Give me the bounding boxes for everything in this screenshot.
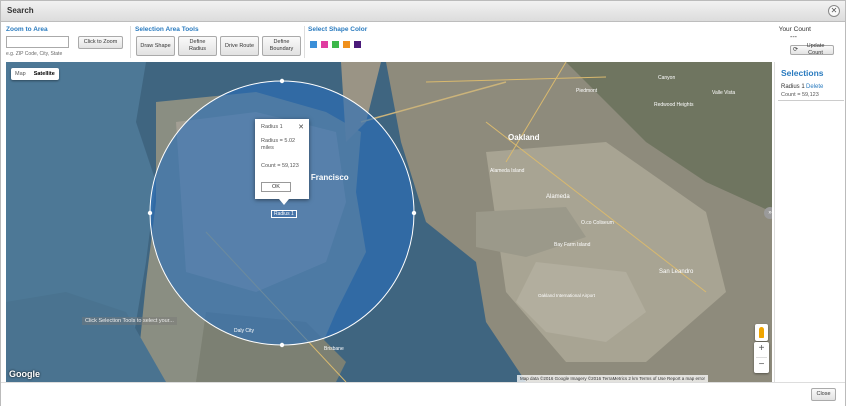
selections-title: Selections [781,68,824,78]
popup-ok-button[interactable]: OK [261,182,291,192]
map-label-canyon: Canyon [658,75,675,81]
satellite-imagery: Oakland Alameda Island Alameda Canyon Re… [6,62,772,382]
map-label-airport: Oakland International Airport [538,293,596,298]
refresh-icon: ⟳ [793,46,799,53]
zoom-control: + − [754,342,769,373]
color-swatch-orange[interactable] [342,40,351,49]
map-canvas[interactable]: Oakland Alameda Island Alameda Canyon Re… [6,62,772,382]
define-radius-button[interactable]: Define Radius [178,36,217,56]
map-attribution: Map data ©2016 Google Imagery ©2016 Terr… [517,375,709,382]
zoom-area-input[interactable] [6,36,69,48]
popup-count-text: Count = 59,123 [261,163,299,169]
update-count-button[interactable]: ⟳ Update Count [790,43,834,56]
map-label-redwood-heights: Redwood Heights [654,102,694,108]
zoom-to-area-label: Zoom to Area [6,26,48,33]
chevron-right-icon[interactable]: » [764,207,772,219]
close-button[interactable]: Close [811,388,836,401]
zoom-in-icon[interactable]: + [754,342,769,357]
map-label-coliseum: O.co Coliseum [581,220,614,226]
drive-route-button[interactable]: Drive Route [220,36,259,56]
map-type-map[interactable]: Map [11,68,30,80]
selections-panel: Selections Radius 1 Delete Count = 59,12… [774,62,845,382]
selection-item-name: Radius 1 [781,84,805,90]
radius-tag[interactable]: Radius 1 [271,210,297,218]
title-bar: Search ✕ [1,1,845,22]
selection-divider [778,100,844,101]
zoom-out-icon[interactable]: − [754,358,769,373]
map-label-valle-vista: Valle Vista [712,90,735,96]
popup-radius-text: Radius = 5.02 miles [261,138,296,151]
map-label-alameda: Alameda [546,194,570,200]
your-count-value: --- [790,34,797,41]
search-dialog: Search ✕ Zoom to Area e.g. ZIP Code, Cit… [0,0,846,406]
color-swatch-blue[interactable] [309,40,318,49]
map-label-san-leandro: San Leandro [659,269,694,275]
popup-title: Radius 1 [261,124,283,130]
close-icon[interactable]: ✕ [828,5,840,17]
selection-item-count: Count = 59,123 [781,92,819,98]
click-to-zoom-button[interactable]: Click to Zoom [78,36,123,49]
selection-delete-link[interactable]: Delete [806,84,823,90]
color-swatch-pink[interactable] [320,40,329,49]
selection-tools-label: Selection Area Tools [135,26,199,33]
toolbar-divider [304,26,305,58]
shape-color-label: Select Shape Color [308,26,368,33]
map-label-piedmont: Piedmont [576,88,598,94]
map-label-alameda-island: Alameda Island [490,168,525,174]
your-count-label: Your Count [778,26,811,33]
zoom-hint: e.g. ZIP Code, City, State [6,51,63,57]
google-logo: Google [9,369,40,379]
draw-shape-button[interactable]: Draw Shape [136,36,175,56]
define-boundary-button[interactable]: Define Boundary [262,36,301,56]
color-swatch-green[interactable] [331,40,340,49]
map-hint-overlay: Click Selection Tools to select your... [82,317,177,325]
map-type-satellite[interactable]: Satellite [30,68,59,80]
radius-info-popup: Radius 1 ✕ Radius = 5.02 miles Count = 5… [255,119,309,205]
pegman-icon[interactable] [755,324,768,341]
map-type-control: Map Satellite [11,68,59,80]
update-count-label: Update Count [806,43,825,56]
close-icon[interactable]: ✕ [298,123,304,131]
map-label-bay-farm-island: Bay Farm Island [554,242,591,248]
toolbar-divider [130,26,131,58]
toolbar [1,22,845,61]
dialog-title: Search [7,6,34,15]
map-label-oakland: Oakland [508,133,540,142]
dialog-footer: Close [1,382,845,406]
color-swatch-purple[interactable] [353,40,362,49]
map-label-daly-city: Daly City [234,328,255,334]
map-label-brisbane: Brisbane [324,346,344,352]
